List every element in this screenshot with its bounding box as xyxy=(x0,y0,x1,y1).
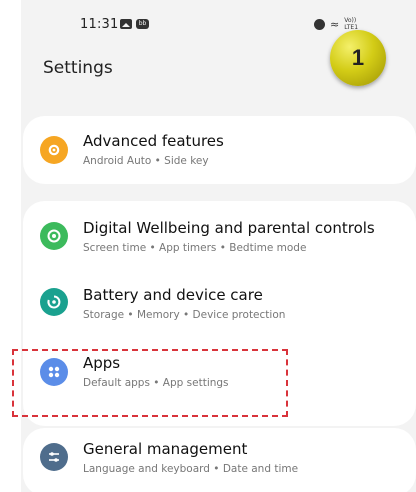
page-title: Settings xyxy=(43,58,113,78)
status-left-icons: bb xyxy=(120,19,149,29)
refresh-icon xyxy=(47,295,61,309)
gallery-icon xyxy=(120,19,132,29)
advanced-features-icon xyxy=(40,136,68,164)
step-number-badge: 1 xyxy=(330,30,386,86)
settings-item-title: Digital Wellbeing and parental controls xyxy=(83,219,375,237)
apps-highlight-box xyxy=(12,349,288,417)
volte-indicator: Vo)) LTE1 xyxy=(344,17,358,31)
settings-card-general: General management Language and keyboard… xyxy=(23,428,416,492)
digital-wellbeing-icon xyxy=(40,222,68,250)
settings-item-advanced-features[interactable]: Advanced features Android Auto • Side ke… xyxy=(23,116,416,186)
settings-item-subtitle: Language and keyboard • Date and time xyxy=(83,463,299,475)
settings-item-title: General management xyxy=(83,440,248,458)
gear-icon xyxy=(48,144,60,156)
status-time: 11:31 xyxy=(80,17,119,32)
ring-icon xyxy=(47,229,61,243)
settings-item-subtitle: Screen time • App timers • Bedtime mode xyxy=(83,242,307,254)
volte-top-text: Vo)) xyxy=(344,17,357,24)
message-icon: bb xyxy=(136,19,149,29)
settings-item-general-management[interactable]: General management Language and keyboard… xyxy=(23,428,416,492)
sliders-icon xyxy=(49,452,59,462)
settings-card-advanced: Advanced features Android Auto • Side ke… xyxy=(23,116,416,184)
status-right-icons: ≈ Vo)) LTE1 xyxy=(314,17,358,31)
wifi-icon: ≈ xyxy=(330,17,340,31)
device-care-icon xyxy=(40,288,68,316)
settings-item-digital-wellbeing[interactable]: Digital Wellbeing and parental controls … xyxy=(23,201,416,271)
settings-item-title: Advanced features xyxy=(83,132,224,150)
settings-item-battery-device-care[interactable]: Battery and device care Storage • Memory… xyxy=(23,271,416,341)
alarm-icon xyxy=(314,18,325,30)
settings-item-subtitle: Android Auto • Side key xyxy=(83,155,209,167)
settings-item-subtitle: Storage • Memory • Device protection xyxy=(83,309,286,321)
general-management-icon xyxy=(40,443,68,471)
settings-item-title: Battery and device care xyxy=(83,286,263,304)
